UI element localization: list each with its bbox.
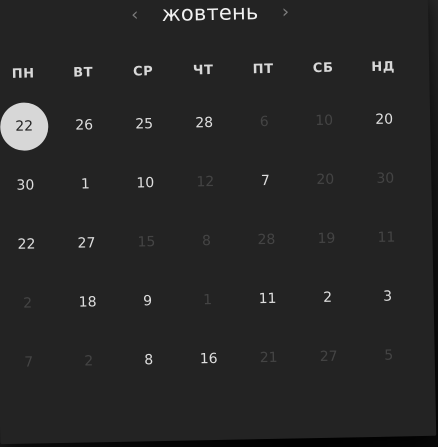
day-number: 3: [382, 288, 393, 305]
day-cell[interactable]: 28: [178, 103, 231, 144]
day-cell-muted[interactable]: 10: [298, 100, 351, 141]
day-number: 8: [201, 233, 212, 250]
day-cell[interactable]: 18: [61, 282, 114, 323]
day-cell-muted[interactable]: 5: [362, 335, 415, 376]
day-number: 30: [16, 177, 35, 194]
week-row: 30 1 10 12 7 20 30: [0, 158, 432, 206]
day-number: 5: [384, 347, 394, 364]
day-cell[interactable]: 27: [60, 223, 113, 264]
day-cell[interactable]: 16: [182, 339, 235, 380]
day-number: 20: [375, 111, 394, 128]
week-row: 22 26 25 28 6 10 20: [0, 99, 431, 147]
day-cell[interactable]: 10: [119, 163, 172, 204]
weekday-label: ЧТ: [192, 62, 214, 78]
day-number: 10: [315, 112, 334, 130]
day-cell[interactable]: 8: [122, 340, 175, 381]
day-number: 21: [259, 349, 278, 367]
day-cell-selected[interactable]: 22: [0, 106, 51, 147]
weekday-label: ПТ: [252, 61, 274, 77]
day-cell-muted[interactable]: 8: [180, 221, 233, 262]
day-number: 28: [257, 231, 276, 249]
day-number: 8: [144, 352, 154, 369]
day-cell-muted[interactable]: 2: [62, 341, 115, 382]
day-number: 27: [77, 235, 96, 252]
day-cell-muted[interactable]: 27: [302, 336, 355, 377]
day-number: 16: [199, 350, 218, 368]
day-number: 27: [319, 348, 338, 365]
day-cell[interactable]: 20: [358, 99, 411, 140]
week-row: 22 27 15 8 28 19 11: [0, 217, 433, 265]
day-number: 19: [317, 230, 336, 248]
day-number: 2: [322, 289, 333, 306]
day-cell[interactable]: 1: [59, 164, 112, 205]
day-cell-muted[interactable]: 6: [238, 102, 291, 143]
day-number: 26: [75, 117, 94, 134]
day-cell-muted[interactable]: 15: [120, 222, 173, 263]
day-cell-muted[interactable]: 28: [240, 220, 293, 261]
day-cell[interactable]: 11: [241, 278, 294, 319]
day-cell[interactable]: 7: [239, 161, 292, 202]
week-row: 2 18 9 1 11 2 3: [0, 276, 434, 324]
day-number: 12: [196, 173, 215, 191]
weekday-label: СР: [132, 63, 154, 80]
day-number: 30: [376, 170, 395, 187]
day-cell[interactable]: 25: [118, 104, 171, 145]
day-cell[interactable]: 26: [58, 105, 111, 146]
calendar-grid: ПН ВТ СР ЧТ ПТ СБ НД 22 26 25 28 6 10 20…: [0, 38, 435, 371]
weekday-header-row: ПН ВТ СР ЧТ ПТ СБ НД: [0, 46, 430, 94]
day-cell-muted[interactable]: 12: [179, 162, 232, 203]
day-cell-muted[interactable]: 7: [2, 342, 55, 383]
weekday-label: ПН: [11, 65, 35, 82]
week-row: 7 2 8 16 21 27 5: [0, 335, 435, 383]
chevron-right-icon[interactable]: ›: [276, 1, 294, 22]
day-cell-muted[interactable]: 1: [181, 280, 234, 321]
day-cell[interactable]: 3: [361, 276, 414, 317]
day-cell[interactable]: 9: [121, 281, 174, 322]
weekday-label: НД: [371, 58, 396, 75]
day-number: 9: [143, 293, 153, 310]
day-cell[interactable]: 22: [0, 224, 53, 265]
day-cell-muted[interactable]: 30: [359, 158, 412, 199]
month-header: ‹ жовтень ›: [0, 0, 428, 32]
day-number: 2: [23, 295, 33, 312]
month-label: жовтень: [161, 0, 259, 26]
day-number: 11: [377, 229, 396, 246]
day-number: 1: [202, 292, 213, 309]
day-number: 18: [78, 294, 97, 311]
day-number: 2: [84, 353, 94, 370]
day-cell-muted[interactable]: 19: [300, 218, 353, 259]
day-cell-muted[interactable]: 21: [242, 337, 295, 378]
calendar-panel: ‹ жовтень › ПН ВТ СР ЧТ ПТ СБ НД 22 26 2…: [0, 0, 437, 445]
day-cell-muted[interactable]: 20: [299, 159, 352, 200]
day-number: 1: [80, 176, 90, 193]
day-number: 11: [258, 290, 277, 308]
day-cell[interactable]: 30: [0, 165, 52, 206]
day-number: 25: [135, 116, 154, 133]
weekday-label: СБ: [312, 60, 334, 76]
day-number: 28: [195, 115, 214, 132]
day-number: 22: [15, 118, 34, 135]
day-number: 20: [316, 171, 335, 189]
day-number: 10: [136, 175, 155, 192]
day-number: 15: [137, 234, 156, 251]
day-cell-muted[interactable]: 11: [360, 217, 413, 258]
chevron-left-icon[interactable]: ‹: [126, 4, 144, 25]
day-cell-muted[interactable]: 2: [1, 283, 54, 324]
day-number: 7: [260, 172, 270, 190]
day-number: 6: [259, 113, 269, 131]
day-cell[interactable]: 2: [301, 277, 354, 318]
day-number: 7: [24, 354, 34, 371]
day-number: 22: [17, 236, 36, 253]
weekday-label: ВТ: [73, 64, 94, 81]
